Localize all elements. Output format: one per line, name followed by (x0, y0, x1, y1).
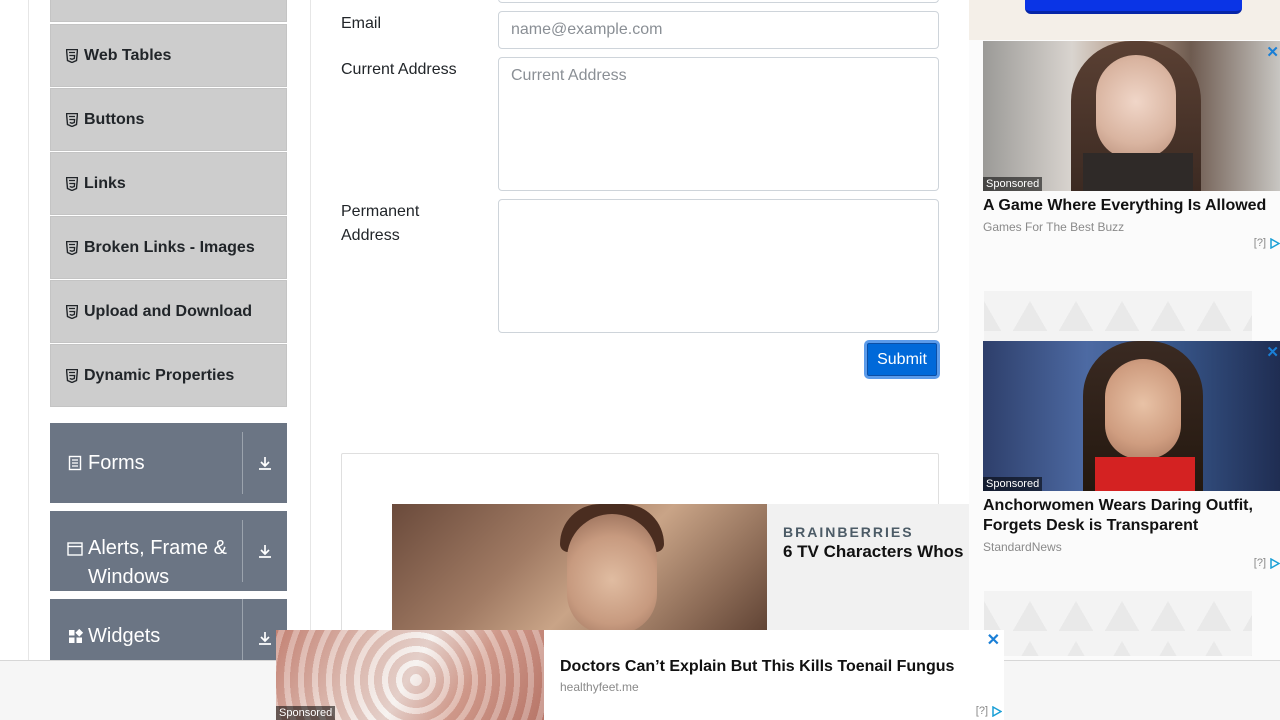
sidebar-group-forms[interactable]: Forms (50, 423, 287, 503)
sidebar-item-label: Web Tables (84, 46, 172, 64)
sidebar-group-alerts[interactable]: Alerts, Frame & Windows (50, 511, 287, 591)
adchoices-icon (992, 705, 1002, 717)
ad-title[interactable]: Doctors Can’t Explain But This Kills Toe… (560, 658, 954, 676)
adchoices-label: [?] (1253, 237, 1266, 249)
ad-source: healthyfeet.me (560, 680, 639, 694)
sponsored-badge: Sponsored (983, 477, 1043, 491)
permanent-address-label: Permanent Address (341, 203, 420, 244)
widgets-icon (67, 629, 83, 644)
adchoices[interactable]: [?] (1254, 557, 1280, 569)
ad-image-face (1096, 55, 1176, 159)
sponsored-badge: Sponsored (276, 706, 336, 720)
ad-card[interactable]: ✕ Sponsored A Game Where Everything Is A… (983, 41, 1280, 249)
sidebar-group-label: Forms (88, 451, 145, 474)
sidebar-item-label: Upload and Download (84, 302, 252, 320)
sidebar-item-label: Broken Links - Images (84, 238, 255, 256)
sidebar-right-border (310, 0, 311, 660)
sidebar-item-buttons[interactable]: Buttons (50, 88, 287, 151)
adchoices-icon (1270, 557, 1280, 569)
download-icon[interactable] (243, 455, 287, 471)
page: Web Tables Buttons Links Broken Links - … (0, 0, 1280, 720)
current-address-label: Current Address (341, 61, 457, 78)
html5-icon (66, 48, 78, 63)
ad-card[interactable]: ✕ Sponsored Anchorwomen Wears Daring Out… (983, 341, 1280, 569)
form-icon (67, 455, 83, 471)
adchoices[interactable]: [?] (976, 705, 1002, 717)
ad-image-body (1095, 457, 1195, 491)
sidebar-item-label: Links (84, 174, 126, 192)
ad-source: Games For The Best Buzz (983, 220, 1125, 234)
ad-title[interactable]: A Game Where Everything Is Allowed (983, 196, 1280, 216)
sidebar-item-label: Buttons (84, 110, 145, 128)
sidebar-group-label: Widgets (88, 625, 161, 647)
ad-brand: BRAINBERRIES (783, 524, 914, 540)
adchoices-icon (1270, 237, 1280, 249)
ad-image: ✕ Sponsored (983, 41, 1280, 191)
brainberries-ad[interactable]: BRAINBERRIES 6 TV Characters Whos (392, 504, 982, 644)
sidebar-group-label: Alerts, Frame & Windows (88, 537, 227, 588)
window-icon (67, 542, 83, 556)
ad-title[interactable]: Anchorwomen Wears Daring Outfit, Forgets… (983, 496, 1280, 536)
ad-background-pattern (984, 291, 1252, 341)
sponsored-badge: Sponsored (983, 177, 1043, 191)
ad-background-pattern (984, 591, 1252, 656)
sidebar-item-upload-download[interactable]: Upload and Download (50, 280, 287, 343)
submit-button[interactable]: Submit (864, 340, 940, 379)
download-icon[interactable] (243, 543, 287, 559)
ad-source: StandardNews (983, 540, 1062, 554)
html5-icon (66, 368, 78, 383)
ad-image-body (1083, 153, 1193, 191)
ad-image (392, 504, 767, 644)
sidebar-item-web-tables[interactable]: Web Tables (50, 24, 287, 87)
adchoices[interactable]: [?] (1254, 237, 1280, 249)
bottom-ad[interactable]: Sponsored Doctors Can’t Explain But This… (276, 630, 1004, 720)
close-icon[interactable]: ✕ (1266, 43, 1279, 61)
close-icon[interactable]: ✕ (987, 630, 1000, 650)
current-address-field[interactable] (498, 57, 939, 191)
html5-icon (66, 240, 78, 255)
top-ad-button[interactable] (1025, 0, 1242, 14)
adchoices-label: [?] (1253, 557, 1266, 569)
sidebar-item-label: Dynamic Properties (84, 366, 235, 384)
html5-icon (66, 176, 78, 191)
html5-icon (66, 112, 78, 127)
html5-icon (66, 304, 78, 319)
sidebar-left-border (28, 0, 29, 660)
ad-image-face (567, 514, 657, 634)
previous-input-partial[interactable] (498, 0, 939, 3)
sidebar-item-broken-links[interactable]: Broken Links - Images (50, 216, 287, 279)
close-icon[interactable]: ✕ (1266, 343, 1279, 361)
sidebar-item-partial[interactable] (50, 0, 287, 22)
ad-title[interactable]: 6 TV Characters Whos (783, 542, 963, 562)
ad-image: ✕ Sponsored (983, 341, 1280, 491)
sidebar-item-dynamic-properties[interactable]: Dynamic Properties (50, 344, 287, 407)
ad-image-face (1105, 359, 1181, 459)
permanent-address-field[interactable] (498, 199, 939, 333)
adchoices-label: [?] (975, 705, 988, 717)
email-label: Email (341, 15, 382, 32)
ad-image: Sponsored (276, 630, 544, 720)
email-field[interactable] (498, 11, 939, 49)
sidebar-item-links[interactable]: Links (50, 152, 287, 215)
